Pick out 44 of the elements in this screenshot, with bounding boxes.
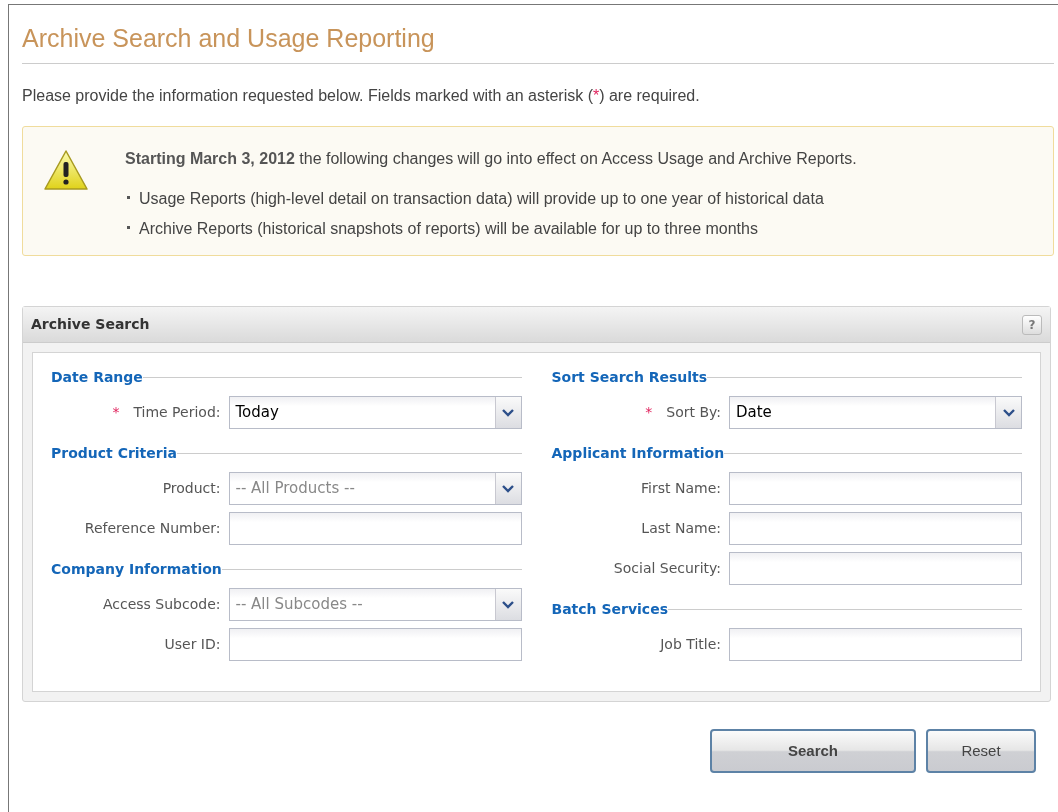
chevron-down-icon (502, 484, 514, 493)
reset-button[interactable]: Reset (926, 729, 1036, 773)
chevron-down-icon (502, 600, 514, 609)
field-label: Time Period: (133, 403, 221, 422)
chevron-down-icon (1002, 408, 1015, 417)
bullet-text: Usage Reports (high-level detail on transaction data) will provide up to one year of historical data (139, 190, 824, 207)
field-label: Reference Number: (84, 519, 221, 538)
required-icon: * (112, 402, 120, 423)
text-field[interactable] (729, 628, 1022, 661)
field-label: Last Name: (641, 519, 721, 538)
section-heading: Product Criteria (51, 444, 177, 463)
section-heading: Applicant Information (551, 444, 725, 463)
dropdown-field[interactable]: Today (228, 396, 522, 429)
dropdown-field[interactable]: -- All Products -- (228, 472, 522, 505)
instructions-text: Please provide the information requested below. Fields marked with an asterisk (*) are required. (22, 86, 701, 106)
page-title: Archive Search and Usage Reporting (22, 5, 1054, 64)
text-field[interactable] (729, 472, 1022, 505)
field-label: Sort By: (666, 403, 721, 422)
field-label: Social Security: (613, 559, 721, 578)
field-label: Product: (162, 479, 221, 498)
section-heading: Date Range (51, 368, 143, 387)
required-icon: * (645, 402, 653, 423)
notice-text: Starting March 3, 2012 the following changes will go into effect on Access Usage and Archive Reports. (125, 149, 857, 169)
field-label: First Name: (641, 479, 721, 498)
field-label: User ID: (164, 635, 221, 654)
dropdown-field[interactable]: -- All Subcodes -- (228, 588, 522, 621)
search-button[interactable]: Search (710, 729, 916, 773)
section-heading: Company Information (51, 560, 222, 579)
section-heading: Sort Search Results (551, 368, 708, 387)
bullet-icon (127, 196, 130, 199)
field-label: Access Subcode: (103, 595, 221, 614)
section-heading: Batch Services (551, 600, 668, 619)
bullet-text: Archive Reports (historical snapshots of reports) will be available for up to three months (139, 220, 758, 237)
text-field[interactable] (228, 512, 522, 545)
field-label: Job Title: (660, 635, 721, 654)
chevron-down-icon (502, 408, 514, 417)
dropdown-field[interactable]: Date (729, 396, 1022, 429)
text-field[interactable] (729, 552, 1022, 585)
bullet-icon (127, 226, 130, 229)
help-button[interactable]: ? (1022, 314, 1042, 335)
text-field[interactable] (729, 512, 1022, 545)
warning-icon (43, 149, 89, 191)
text-field[interactable] (228, 628, 522, 661)
panel-title: Archive Search (31, 315, 150, 334)
